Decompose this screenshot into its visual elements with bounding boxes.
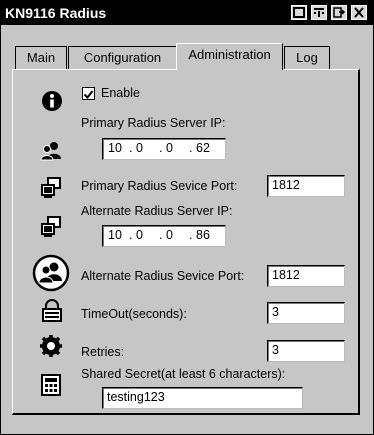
server-port-icon — [41, 177, 61, 198]
exit-icon[interactable] — [331, 5, 347, 20]
alt-port-field[interactable]: 1812 — [267, 265, 345, 287]
tab-configuration[interactable]: Configuration — [68, 46, 177, 69]
tab-label: Configuration — [83, 50, 162, 65]
tab-administration[interactable]: Administration — [176, 43, 283, 70]
ip-octet: 10 — [108, 228, 122, 242]
primary-ip-label: Primary Radius Server IP: — [81, 116, 226, 130]
ip-dot: . — [189, 141, 193, 155]
ip-octet: 0 — [136, 228, 143, 242]
primary-ip-field[interactable]: 10 . 0 . 0 . 62 — [102, 138, 226, 160]
title-bar: KN9116 Radius — [1, 1, 373, 25]
tab-label: Administration — [188, 47, 271, 62]
ip-octet: 0 — [166, 228, 173, 242]
keypad-icon — [41, 374, 61, 396]
window-title: KN9116 Radius — [5, 5, 107, 21]
ip-dot: . — [129, 141, 133, 155]
window-menu-icon[interactable] — [311, 5, 327, 20]
lock-icon — [42, 299, 62, 322]
timeout-label: TimeOut(seconds): — [81, 307, 187, 321]
ip-dot: . — [189, 228, 193, 242]
enable-label: Enable — [101, 86, 140, 100]
alt-port-label: Alternate Radius Sevice Port: — [81, 269, 245, 283]
retries-field[interactable]: 3 — [267, 340, 345, 362]
secret-field[interactable]: testing123 — [102, 387, 303, 409]
tab-label: Log — [296, 50, 318, 65]
tab-main[interactable]: Main — [15, 46, 67, 69]
ip-octet: 0 — [136, 141, 143, 155]
check-icon — [83, 90, 94, 100]
tab-log[interactable]: Log — [284, 46, 330, 69]
timeout-field[interactable]: 3 — [267, 302, 345, 324]
retries-label: Retries: — [81, 345, 125, 359]
secret-label: Shared Secret(at least 6 characters): — [81, 367, 286, 381]
alternate-server-icon — [41, 216, 61, 237]
ip-octet: 62 — [196, 141, 210, 155]
ip-octet: 86 — [196, 228, 210, 242]
enable-checkbox[interactable] — [82, 87, 95, 100]
primary-port-label: Primary Radius Sevice Port: — [81, 179, 238, 193]
info-icon — [42, 91, 62, 111]
ip-dot: . — [159, 141, 163, 155]
minimize-icon[interactable] — [291, 5, 307, 20]
users-icon — [40, 142, 61, 161]
gear-icon — [40, 335, 62, 357]
close-icon[interactable] — [351, 5, 367, 20]
tab-label: Main — [26, 50, 56, 65]
primary-port-field[interactable]: 1812 — [267, 175, 345, 197]
radius-window: KN9116 Radius Main Configuration Adminis… — [0, 0, 374, 435]
alt-ip-field[interactable]: 10 . 0 . 0 . 86 — [102, 225, 226, 247]
ip-octet: 10 — [108, 141, 122, 155]
user-circle-icon[interactable] — [32, 254, 70, 292]
alt-ip-label: Alternate Radius Server IP: — [81, 204, 233, 218]
ip-dot: . — [159, 228, 163, 242]
ip-octet: 0 — [166, 141, 173, 155]
ip-dot: . — [129, 228, 133, 242]
